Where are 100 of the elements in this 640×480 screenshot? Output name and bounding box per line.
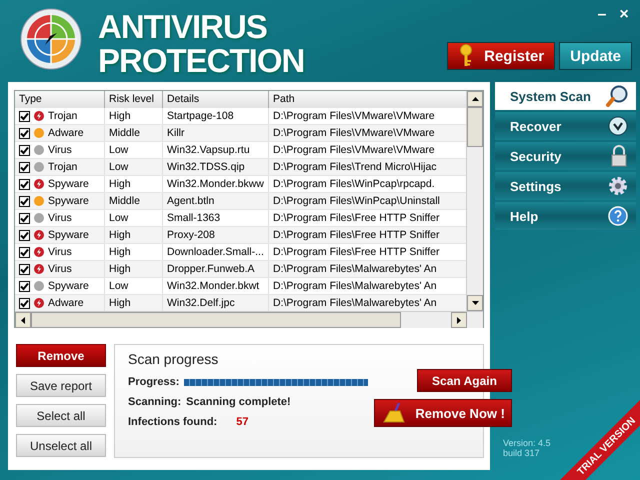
table-cell-text: Trojan: [48, 109, 78, 124]
sidebar-item[interactable]: Help: [495, 202, 636, 230]
table-cell-text: Spyware: [48, 228, 89, 243]
column-header[interactable]: Type: [15, 91, 105, 108]
table-cell: Low: [105, 278, 163, 294]
checkbox[interactable]: [19, 212, 30, 224]
table-cell-text: D:\Program Files\WinPcap\rpcapd.: [272, 177, 436, 192]
table-cell-text: Trojan: [48, 160, 78, 175]
table-cell: High: [105, 176, 163, 192]
checkbox[interactable]: [19, 110, 30, 122]
action-button[interactable]: Remove: [16, 344, 106, 367]
table-cell: Downloader.Small-...: [163, 244, 269, 260]
table-cell-text: D:\Program Files\VMware\VMware: [272, 126, 436, 141]
table-cell-text: Virus: [48, 262, 72, 277]
scroll-right-button[interactable]: [451, 312, 467, 328]
action-button[interactable]: Select all: [16, 404, 106, 427]
search-icon: [606, 85, 628, 107]
alert-icon: [34, 179, 44, 189]
low-risk-dot-icon: [34, 145, 44, 155]
column-header[interactable]: Risk level: [105, 91, 163, 108]
table-cell-text: Virus: [48, 245, 72, 260]
checkbox[interactable]: [19, 128, 30, 138]
sidebar-item[interactable]: Recover: [495, 112, 636, 140]
lock-icon: [610, 145, 628, 167]
sidebar-item[interactable]: Settings: [495, 172, 636, 200]
table-cell: Low: [105, 142, 163, 158]
minimize-button[interactable]: –: [594, 8, 610, 22]
key-icon: [458, 44, 474, 68]
table-cell-text: Virus: [48, 143, 72, 158]
table-cell: Killr: [163, 125, 269, 141]
checkbox[interactable]: [19, 264, 30, 274]
close-button[interactable]: ×: [616, 8, 632, 22]
checkbox[interactable]: [19, 246, 30, 258]
scrollbar-thumb[interactable]: [467, 107, 483, 147]
table-cell: Dropper.Funweb.A: [163, 261, 269, 277]
table-cell-text: D:\Program Files\VMware\VMware: [272, 143, 436, 158]
checkmark-icon: [608, 116, 628, 136]
table-cell-text: D:\Program Files\Free HTTP Sniffer: [272, 228, 440, 243]
table-cell: Low: [105, 159, 163, 175]
table-cell-text: D:\Program Files\Malwarebytes' An: [272, 296, 438, 311]
table-cell: Proxy-208: [163, 227, 269, 243]
version-text: build 317: [503, 448, 541, 458]
table-cell-text: D:\Program Files\Malwarebytes' An: [272, 279, 438, 294]
alert-icon: [34, 247, 44, 257]
table-cell-text: Virus: [48, 211, 72, 226]
alert-icon: [34, 264, 44, 274]
down-arrow-icon: [472, 301, 478, 305]
checkbox[interactable]: [19, 144, 30, 156]
app-title: ANTIVIRUS: [98, 10, 268, 44]
remove-now-button[interactable]: Remove Now !: [374, 399, 512, 427]
action-button[interactable]: Unselect all: [16, 434, 106, 457]
infections-count: 57: [236, 416, 248, 428]
checkbox[interactable]: [19, 162, 30, 172]
update-button[interactable]: Update: [559, 42, 632, 70]
low-risk-dot-icon: [34, 281, 44, 291]
table-cell: Win32.Vapsup.rtu: [163, 142, 269, 158]
infections-label: Infections found:: [128, 416, 218, 428]
scan-again-button[interactable]: Scan Again: [417, 369, 512, 392]
version-text: Version: 4.5: [503, 438, 551, 448]
table-cell-text: D:\Program Files\Malwarebytes' An: [272, 262, 438, 277]
table-cell-text: Adware: [48, 296, 84, 311]
checkbox[interactable]: [19, 280, 30, 292]
low-risk-dot-icon: [34, 162, 44, 172]
table-cell-text: D:\Program Files\Free HTTP Sniffer: [272, 211, 440, 226]
scanning-label: Scanning:: [128, 396, 182, 408]
table-cell-text: Adware: [48, 126, 84, 141]
table-cell-text: D:\Program Files\VMware\VMware: [272, 109, 436, 124]
table-cell-text: D:\Program Files\WinPcap\Uninstall: [272, 194, 441, 209]
table-cell: High: [105, 108, 163, 124]
table-cell: Middle: [105, 125, 163, 141]
alert-icon: [34, 111, 44, 121]
table-cell-text: Spyware: [48, 279, 89, 294]
scroll-left-button[interactable]: [15, 312, 31, 328]
sidebar-item[interactable]: System Scan: [495, 82, 636, 110]
table-cell: Win32.Monder.bkww: [163, 176, 269, 192]
sidebar-item[interactable]: Security: [495, 142, 636, 170]
checkbox[interactable]: [19, 230, 30, 240]
table-cell-text: Spyware: [48, 177, 89, 192]
scroll-up-button[interactable]: [467, 91, 483, 107]
alert-icon: [34, 230, 44, 240]
logo-icon: [20, 8, 82, 70]
table-cell-text: D:\Program Files\Trend Micro\Hijac: [272, 160, 438, 175]
table-cell: Startpage-108: [163, 108, 269, 124]
register-button[interactable]: Register: [447, 42, 556, 70]
low-risk-dot-icon: [34, 213, 44, 223]
table-cell: Agent.btln: [163, 193, 269, 209]
column-header[interactable]: Details: [163, 91, 269, 108]
column-header[interactable]: Path: [269, 91, 466, 108]
scrollbar-thumb[interactable]: [31, 312, 401, 328]
checkbox[interactable]: [19, 196, 30, 206]
table-cell: Middle: [105, 193, 163, 209]
checkbox[interactable]: [19, 178, 30, 190]
table-cell: Small-1363: [163, 210, 269, 226]
action-button[interactable]: Save report: [16, 374, 106, 397]
up-arrow-icon: [472, 97, 478, 101]
progress-label: Progress:: [128, 376, 180, 388]
medium-risk-dot-icon: [34, 196, 44, 206]
checkbox[interactable]: [19, 298, 30, 308]
scroll-down-button[interactable]: [467, 295, 483, 311]
table-cell: Win32.TDSS.qip: [163, 159, 269, 175]
